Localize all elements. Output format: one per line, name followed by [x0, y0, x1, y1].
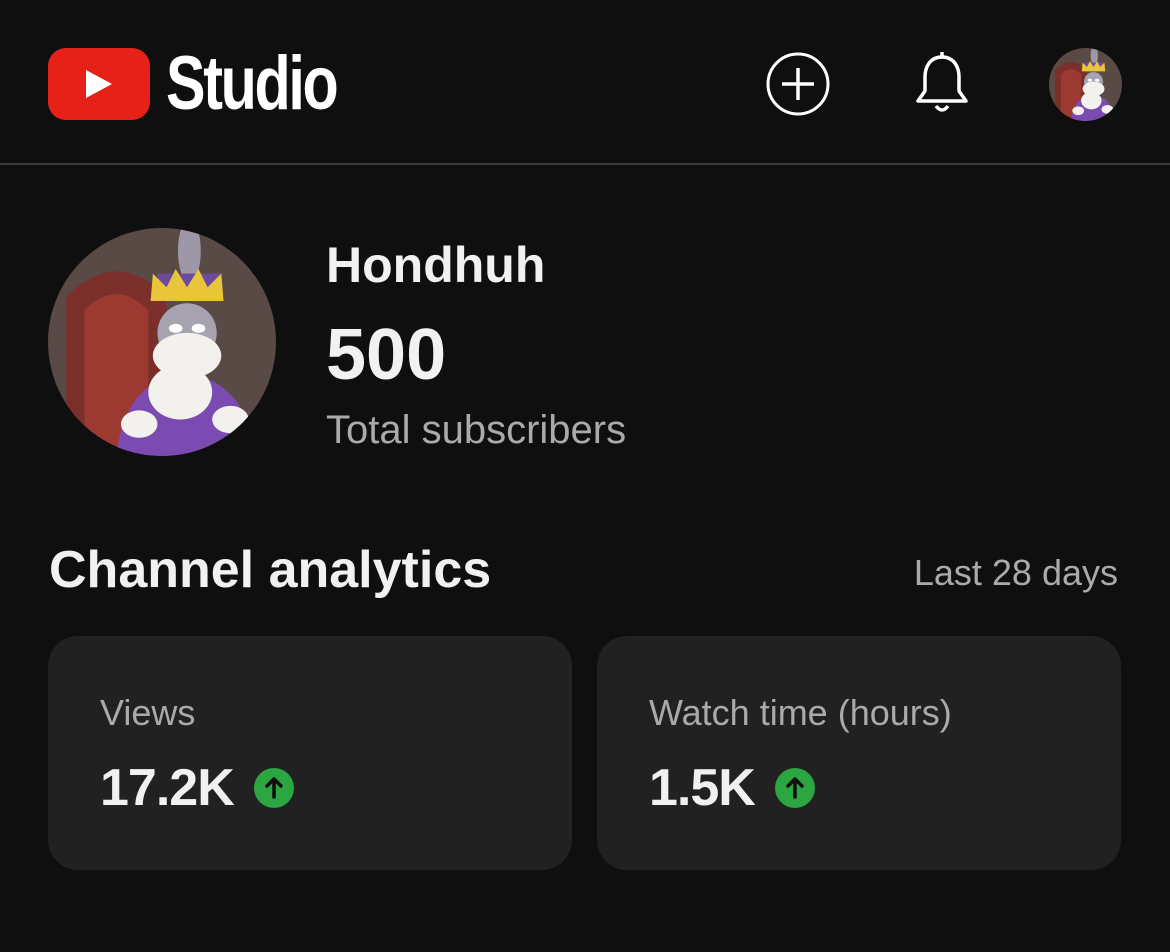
top-bar: Studio	[0, 0, 1170, 165]
views-card[interactable]: Views 17.2K	[48, 636, 572, 870]
watch-time-value: 1.5K	[649, 759, 756, 817]
create-button[interactable]	[764, 50, 832, 118]
notifications-button[interactable]	[908, 50, 976, 118]
subscriber-count: 500	[326, 315, 447, 395]
create-plus-icon	[766, 52, 830, 116]
watch-time-label: Watch time (hours)	[649, 692, 952, 733]
period-selector[interactable]: Last 28 days	[914, 552, 1118, 594]
views-value: 17.2K	[100, 759, 235, 817]
analytics-title: Channel analytics	[49, 541, 492, 599]
youtube-play-icon	[48, 48, 150, 120]
views-label: Views	[100, 692, 196, 733]
arrow-up-icon	[774, 768, 815, 808]
watch-time-card[interactable]: Watch time (hours) 1.5K	[597, 636, 1121, 870]
subscriber-label: Total subscribers	[326, 408, 627, 452]
channel-avatar[interactable]	[48, 228, 276, 456]
arrow-up-icon	[253, 768, 294, 808]
studio-logo[interactable]: Studio	[48, 46, 384, 122]
logo-text: Studio	[166, 41, 339, 126]
account-avatar[interactable]	[1049, 48, 1122, 121]
bell-icon	[916, 52, 968, 112]
channel-name: Hondhuh	[326, 237, 546, 293]
